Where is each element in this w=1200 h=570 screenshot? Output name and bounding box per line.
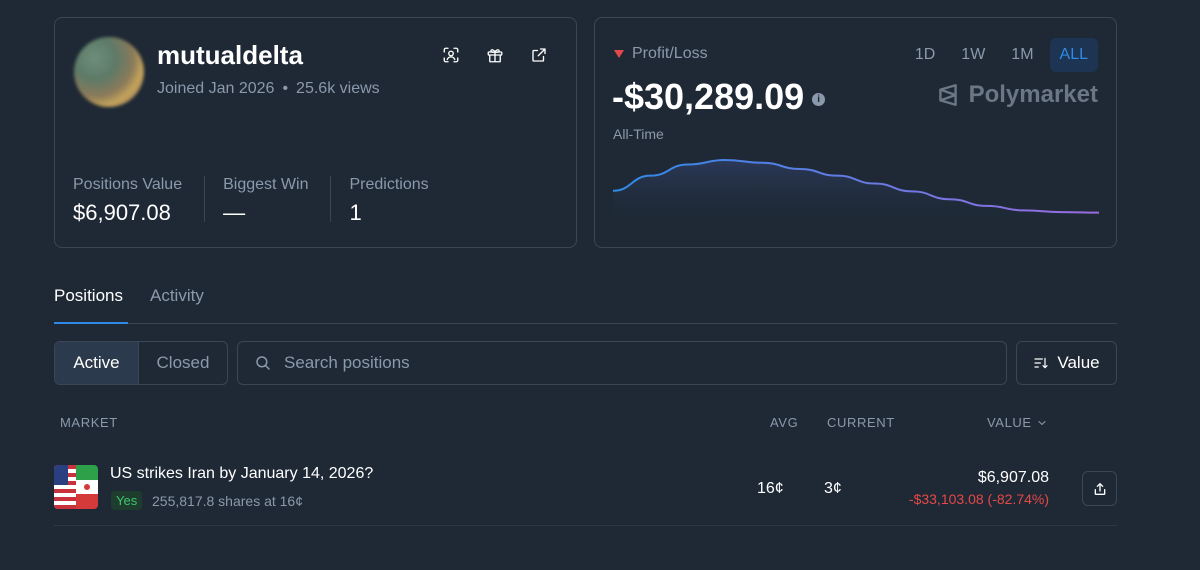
pnl-period: All-Time <box>613 126 664 142</box>
search-icon <box>256 356 270 370</box>
filter-closed-button[interactable]: Closed <box>139 342 227 384</box>
external-link-icon[interactable] <box>528 44 550 66</box>
meta-separator: • <box>282 80 289 97</box>
column-header-value-label: VALUE <box>987 415 1032 430</box>
stat-label: Biggest Win <box>223 176 309 193</box>
column-header-current[interactable]: CURRENT <box>827 415 895 430</box>
stat-value: — <box>223 200 246 225</box>
profile-actions <box>440 44 550 66</box>
sort-label: Value <box>1057 353 1100 372</box>
active-tab-indicator <box>54 322 128 324</box>
pnl-card: Profit/Loss -$30,289.09 i All-Time 1D 1W… <box>594 17 1117 248</box>
pnl-chart <box>613 158 1099 222</box>
search-box <box>237 341 1007 385</box>
stat-label: Predictions <box>349 176 429 193</box>
pnl-value-row: -$30,289.09 i <box>612 76 826 118</box>
profile-card: mutualdelta Joined Jan 2026 • 25.6k views … <box>54 17 577 248</box>
info-icon[interactable]: i <box>812 92 826 106</box>
avg-price: 16¢ <box>757 480 784 497</box>
search-input[interactable] <box>284 353 984 373</box>
range-1w[interactable]: 1W <box>951 38 995 72</box>
tab-positions[interactable]: Positions <box>54 286 123 306</box>
share-button[interactable] <box>1082 471 1117 506</box>
tab-activity[interactable]: Activity <box>150 286 204 306</box>
position-value: $6,907.08 <box>977 469 1049 486</box>
market-flag-icon <box>54 465 98 509</box>
view-count: 25.6k views <box>296 80 380 97</box>
position-row[interactable]: US strikes Iran by January 14, 2026? Yes… <box>54 456 1117 526</box>
sort-icon <box>1034 357 1048 369</box>
stat-biggest-win: Biggest Win — <box>223 176 332 225</box>
profile-meta: Joined Jan 2026 • 25.6k views <box>157 80 380 98</box>
range-1m[interactable]: 1M <box>1001 38 1043 72</box>
stat-value: 1 <box>349 200 362 225</box>
market-title[interactable]: US strikes Iran by January 14, 2026? <box>110 465 373 483</box>
position-change: -$33,103.08 (-82.74%) <box>908 491 1049 507</box>
gift-icon[interactable] <box>484 44 506 66</box>
username: mutualdelta <box>157 40 303 70</box>
polymarket-logo-icon <box>938 84 957 106</box>
stat-label: Positions Value <box>73 176 183 193</box>
range-1d[interactable]: 1D <box>905 38 945 72</box>
stat-value: $6,907.08 <box>73 200 171 225</box>
shares-info: 255,817.8 shares at 16¢ <box>152 493 304 509</box>
column-header-value[interactable]: VALUE <box>987 415 1048 430</box>
pnl-header: Profit/Loss <box>614 45 708 63</box>
down-triangle-icon <box>614 50 624 58</box>
avatar[interactable] <box>74 37 144 107</box>
current-price: 3¢ <box>824 480 842 497</box>
brand-name: Polymarket <box>968 81 1098 108</box>
pnl-label: Profit/Loss <box>632 45 708 62</box>
status-toggle: Active Closed <box>54 341 228 385</box>
pnl-value: -$30,289.09 <box>612 76 805 117</box>
sort-button[interactable]: Value <box>1016 341 1117 385</box>
column-header-market: MARKET <box>60 415 118 430</box>
share-icon <box>1094 482 1105 495</box>
joined-date: Joined Jan 2026 <box>157 80 275 97</box>
filter-active-button[interactable]: Active <box>55 342 139 384</box>
stat-predictions: Predictions 1 <box>349 176 450 225</box>
tab-bar: Positions Activity <box>54 284 1117 324</box>
stat-positions-value: Positions Value $6,907.08 <box>73 176 206 225</box>
range-selector: 1D 1W 1M ALL <box>905 38 1098 72</box>
range-all[interactable]: ALL <box>1049 38 1098 72</box>
polymarket-brand: Polymarket <box>935 81 1098 109</box>
profile-stats: Positions Value $6,907.08 Biggest Win — … <box>73 176 469 225</box>
chevron-down-icon <box>1038 420 1046 425</box>
outcome-badge: Yes <box>111 491 143 510</box>
pnl-chart-area <box>613 160 1099 222</box>
face-scan-icon[interactable] <box>440 44 462 66</box>
column-header-avg[interactable]: AVG <box>770 415 798 430</box>
